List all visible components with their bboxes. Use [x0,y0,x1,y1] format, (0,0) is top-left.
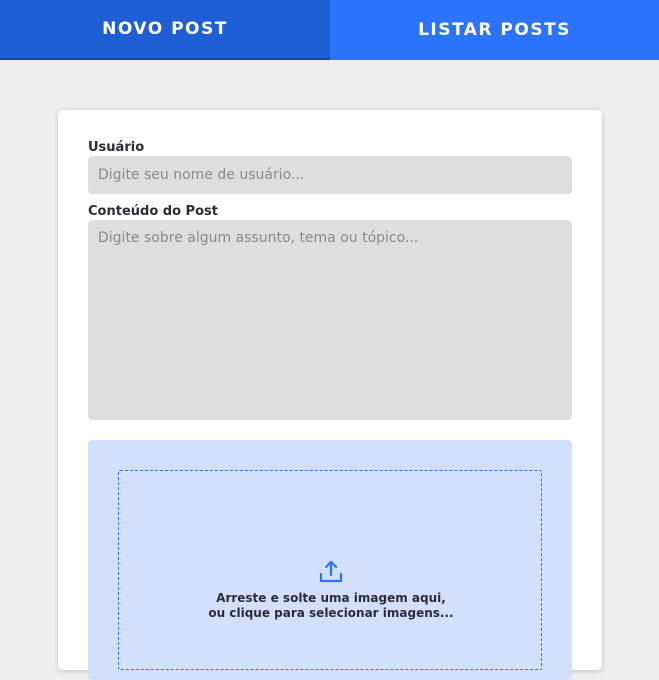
upload-icon [319,560,343,583]
username-label: Usuário [88,140,145,155]
tab-novo-post[interactable]: NOVO POST [0,0,330,60]
image-upload-area: Arreste e solte uma imagem aqui, ou cliq… [88,440,572,680]
dropzone-text-line1: Arreste e solte uma imagem aqui, [216,591,446,605]
post-content-label: Conteúdo do Post [88,204,218,219]
dropzone-text-line2: ou clique para selecionar imagens... [208,606,454,620]
username-input[interactable] [88,156,572,194]
tab-bar: NOVO POST LISTAR POSTS [0,0,659,60]
post-form-card: Usuário Conteúdo do Post Arreste e solte… [58,110,602,680]
tab-listar-posts[interactable]: LISTAR POSTS [330,0,659,60]
post-content-textarea[interactable] [88,220,572,420]
image-dropzone[interactable]: Arreste e solte uma imagem aqui, ou cliq… [118,470,542,670]
